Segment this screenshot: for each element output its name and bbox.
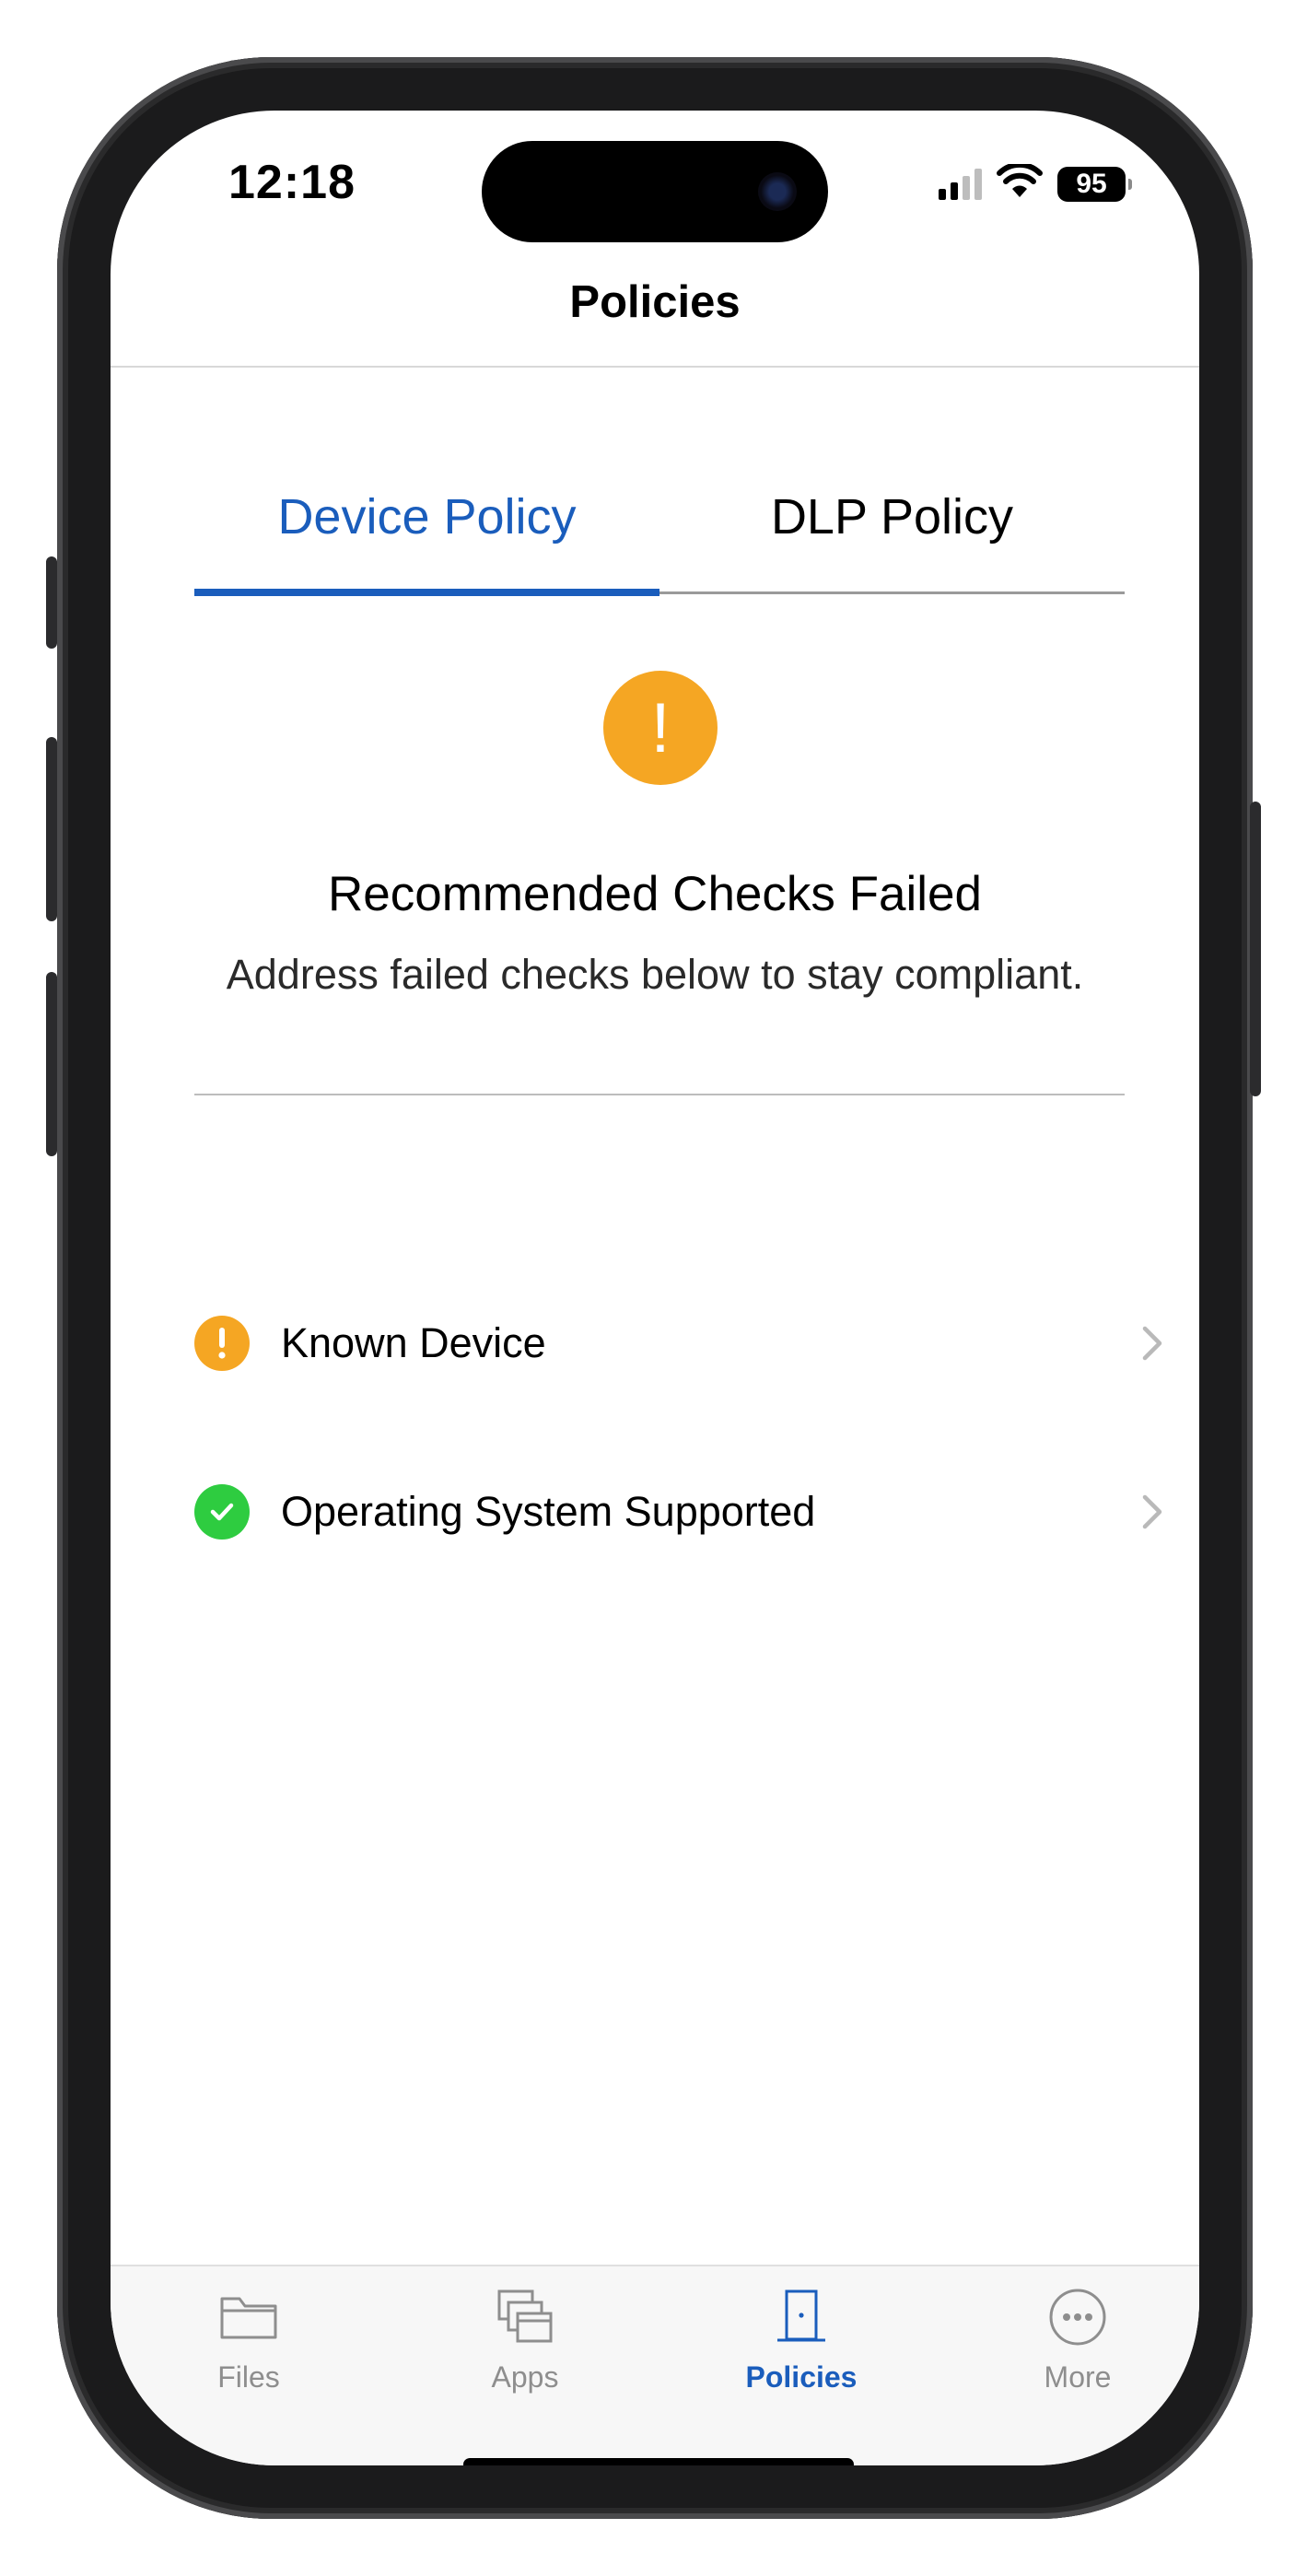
tabbar-item-more[interactable]: More (986, 2285, 1170, 2414)
more-icon (1045, 2285, 1110, 2349)
check-label: Operating System Supported (281, 1488, 816, 1535)
nav-divider (111, 366, 1199, 368)
chevron-right-icon (1134, 1325, 1171, 1362)
content-divider (194, 1094, 1125, 1095)
camera-icon (758, 172, 797, 211)
door-icon (769, 2285, 834, 2349)
tabbar-item-files[interactable]: Files (157, 2285, 341, 2414)
status-subtext: Address failed checks below to stay comp… (226, 951, 1084, 998)
tabbar-item-apps[interactable]: Apps (433, 2285, 617, 2414)
checkmark-icon (194, 1484, 250, 1540)
tabbar-label: Files (217, 2360, 280, 2394)
chevron-right-icon (1134, 1493, 1171, 1530)
tab-active-indicator (194, 589, 659, 596)
tabbar-label: More (1044, 2360, 1112, 2394)
action-button (46, 556, 57, 649)
tab-device-policy[interactable]: Device Policy (194, 470, 659, 599)
dynamic-island (482, 141, 828, 242)
check-label: Known Device (281, 1319, 546, 1366)
check-row-os-supported[interactable]: Operating System Supported (194, 1461, 1171, 1563)
status-headline: Recommended Checks Failed (328, 867, 982, 921)
tabbar-label: Apps (491, 2360, 559, 2394)
volume-up-button (46, 737, 57, 921)
policy-tabs: Device Policy DLP Policy (194, 470, 1125, 599)
cellular-signal-icon (939, 168, 982, 200)
tabbar-item-policies[interactable]: Policies (709, 2285, 893, 2414)
home-indicator[interactable] (463, 2458, 854, 2465)
battery-icon: 95 (1057, 166, 1132, 202)
warning-icon (194, 1316, 250, 1371)
volume-down-button (46, 972, 57, 1156)
tab-dlp-policy[interactable]: DLP Policy (659, 470, 1125, 599)
tab-bar: Files Apps Policies More (111, 2265, 1199, 2465)
screen: 12:18 95 Policies Device Policy DLP Poli… (111, 111, 1199, 2465)
page-title: Policies (569, 277, 741, 327)
status-time: 12:18 (228, 156, 356, 209)
warning-icon: ! (603, 671, 718, 785)
check-row-known-device[interactable]: Known Device (194, 1293, 1171, 1394)
wifi-icon (997, 161, 1043, 204)
status-indicators: 95 (939, 161, 1132, 204)
folder-icon (216, 2285, 281, 2349)
power-button (1250, 802, 1261, 1096)
tabbar-label: Policies (745, 2360, 858, 2394)
apps-icon (493, 2285, 557, 2349)
